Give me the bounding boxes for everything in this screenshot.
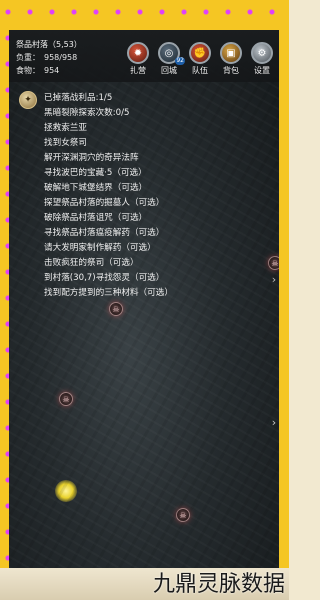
enemy-marker[interactable]: ☠ xyxy=(268,256,279,270)
food-label: 食物： xyxy=(16,66,40,75)
quest-item[interactable]: 找到女祭司 xyxy=(44,136,173,151)
quest-panel[interactable]: ✦ 已掉落战利品:1/5 黑暗裂隙探索次数:0/5 拯救索兰亚 找到女祭司 解开… xyxy=(19,91,173,301)
load-row: 负重： 958/958 xyxy=(16,51,82,64)
load-label: 负重： xyxy=(16,53,40,62)
quest-item[interactable]: 已掉落战利品:1/5 xyxy=(44,91,173,106)
enemy-marker[interactable]: ☠ xyxy=(59,392,73,406)
gear-icon: ⚙ xyxy=(251,42,273,64)
quest-item[interactable]: 寻找祭品村落瘟疫解药（可选） xyxy=(44,226,173,241)
camp-button[interactable]: ✹ 扎营 xyxy=(125,42,151,76)
quest-item[interactable]: 找到配方提到的三种材料（可选） xyxy=(44,286,173,301)
watermark: 九鼎灵脉数据 xyxy=(152,572,285,597)
location-name: 祭品村落（5,53） xyxy=(16,40,82,49)
bag-label: 背包 xyxy=(223,66,239,75)
food-row: 食物： 954 xyxy=(16,64,82,77)
nav-buttons: ✹ 扎营 ◎ 92 回城 ✊ 队伍 ▣ 背包 ⚙ 设置 xyxy=(125,42,275,76)
camp-label: 扎营 xyxy=(130,66,146,75)
quest-item[interactable]: 请大发明家制作解药（可选） xyxy=(44,241,173,256)
scroll-right-icon[interactable]: › xyxy=(269,415,279,429)
player-stats: 祭品村落（5,53） 负重： 958/958 食物： 954 xyxy=(16,38,82,77)
quest-list: 已掉落战利品:1/5 黑暗裂隙探索次数:0/5 拯救索兰亚 找到女祭司 解开深渊… xyxy=(19,91,173,301)
settings-button[interactable]: ⚙ 设置 xyxy=(249,42,275,76)
treasure-orb[interactable] xyxy=(55,480,77,502)
quest-item[interactable]: 到村落(30,7)寻找怨灵（可选） xyxy=(44,271,173,286)
quest-scroll-icon[interactable]: ✦ xyxy=(19,91,37,109)
quest-item[interactable]: 击败疯狂的祭司（可选） xyxy=(44,256,173,271)
quest-item[interactable]: 寻找波巴的宝藏·5（可选） xyxy=(44,166,173,181)
scroll-right-icon[interactable]: › xyxy=(269,272,279,286)
return-city-label: 回城 xyxy=(161,66,177,75)
top-status-bar: 祭品村落（5,53） 负重： 958/958 食物： 954 ✹ 扎营 ◎ 92 回城… xyxy=(9,30,279,82)
team-button[interactable]: ✊ 队伍 xyxy=(187,42,213,76)
enemy-marker[interactable]: ☠ xyxy=(109,302,123,316)
food-value: 954 xyxy=(44,66,60,75)
flame-icon: ✹ xyxy=(127,42,149,64)
quest-item[interactable]: 探望祭品村落的掘墓人（可选） xyxy=(44,196,173,211)
quest-item[interactable]: 拯救索兰亚 xyxy=(44,121,173,136)
fist-icon: ✊ xyxy=(189,42,211,64)
quest-item[interactable]: 黑暗裂隙探索次数:0/5 xyxy=(44,106,173,121)
settings-label: 设置 xyxy=(254,66,270,75)
quest-item[interactable]: 破除祭品村落诅咒（可选） xyxy=(44,211,173,226)
return-city-button[interactable]: ◎ 92 回城 xyxy=(156,42,185,76)
bag-icon: ▣ xyxy=(220,42,242,64)
quest-item[interactable]: 破解地下城堡结界（可选） xyxy=(44,181,173,196)
portal-icon: ◎ 92 xyxy=(158,42,185,65)
enemy-marker[interactable]: ☠ xyxy=(176,508,190,522)
load-value: 958/958 xyxy=(44,53,78,62)
team-label: 队伍 xyxy=(192,66,208,75)
game-map-view[interactable]: 祭品村落（5,53） 负重： 958/958 食物： 954 ✹ 扎营 ◎ 92 回城… xyxy=(9,30,279,568)
quest-item[interactable]: 解开深渊洞穴的奇异法阵 xyxy=(44,151,173,166)
bag-button[interactable]: ▣ 背包 xyxy=(218,42,244,76)
return-badge: 92 xyxy=(175,57,185,65)
